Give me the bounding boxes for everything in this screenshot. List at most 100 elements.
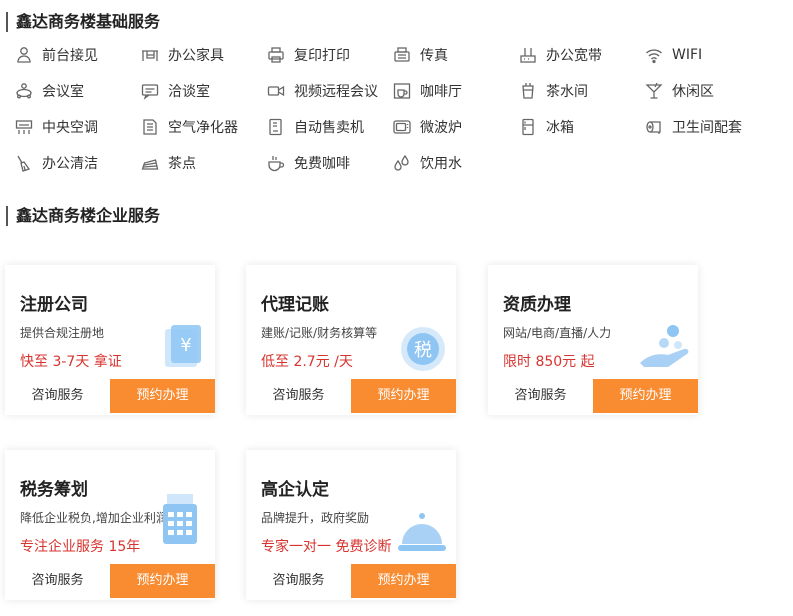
fridge-icon	[519, 118, 537, 136]
card-title: 高企认定	[261, 480, 329, 500]
amenity-fax: 传真	[393, 44, 448, 66]
amenity-label: 卫生间配套	[672, 120, 742, 136]
card-promo: 快至 3-7天 拿证	[20, 354, 122, 370]
amenity-office-furniture: 办公家具	[141, 44, 224, 66]
cleaning-icon	[15, 154, 33, 172]
amenity-negotiation-room: 洽谈室	[141, 80, 210, 102]
amenity-label: 视频远程会议	[294, 84, 378, 100]
amenity-label: 咖啡厅	[420, 84, 462, 100]
enterprise-services-title: 鑫达商务楼企业服务	[6, 206, 160, 226]
card-description: 降低企业税负,增加企业利润	[20, 511, 168, 525]
amenity-label: 微波炉	[420, 120, 462, 136]
tax-seal-icon: 税	[396, 323, 450, 373]
svg-text:税: 税	[414, 340, 432, 361]
amenity-office-cleaning: 办公清洁	[15, 152, 98, 174]
water-drop-icon	[393, 154, 411, 172]
hand-coins-icon	[638, 323, 692, 373]
card-description: 品牌提升，政府奖励	[261, 511, 370, 525]
book-button[interactable]: 预约办理	[593, 379, 698, 413]
amenity-label: 自动售卖机	[294, 120, 364, 136]
amenity-meeting-room: 会议室	[15, 80, 84, 102]
card-title: 资质办理	[503, 295, 571, 315]
person-icon	[15, 46, 33, 64]
chat-icon	[141, 82, 159, 100]
book-button[interactable]: 预约办理	[110, 564, 215, 598]
card-promo: 专注企业服务 15年	[20, 539, 141, 555]
card-title: 税务筹划	[20, 480, 88, 500]
amenity-label: 免费咖啡	[294, 156, 350, 172]
service-card-tax-planning: 税务筹划 降低企业税负,增加企业利润 专注企业服务 15年 咨询服务 预约办理	[5, 450, 215, 600]
amenity-label: 洽谈室	[168, 84, 210, 100]
amenity-label: 空气净化器	[168, 120, 238, 136]
calculator-icon	[155, 494, 209, 552]
consult-button[interactable]: 咨询服务	[5, 564, 110, 598]
book-button[interactable]: 预约办理	[351, 564, 456, 598]
amenity-label: 中央空调	[42, 120, 98, 136]
consult-button[interactable]: 咨询服务	[488, 379, 593, 413]
amenity-free-coffee: 免费咖啡	[267, 152, 350, 174]
coffee-cup-icon	[267, 154, 285, 172]
amenity-label: 茶点	[168, 156, 196, 172]
card-promo: 专家一对一 免费诊断	[261, 539, 392, 555]
service-card-bookkeeping: 代理记账 建账/记账/财务核算等 低至 2.7元 /天 税 咨询服务 预约办理	[246, 265, 456, 415]
amenity-restroom: 卫生间配套	[645, 116, 742, 138]
amenity-printing: 复印打印	[267, 44, 350, 66]
meeting-icon	[15, 82, 33, 100]
basic-services-title: 鑫达商务楼基础服务	[6, 12, 160, 32]
service-bell-icon	[396, 508, 450, 558]
svg-text:¥: ¥	[180, 335, 191, 356]
amenity-microwave: 微波炉	[393, 116, 462, 138]
amenity-cafe: 咖啡厅	[393, 80, 462, 102]
amenity-label: 办公清洁	[42, 156, 98, 172]
consult-button[interactable]: 咨询服务	[246, 379, 351, 413]
card-title: 注册公司	[20, 295, 88, 315]
desk-icon	[141, 46, 159, 64]
wifi-icon	[645, 46, 663, 64]
cocktail-icon	[645, 82, 663, 100]
amenity-reception: 前台接见	[15, 44, 98, 66]
card-description: 网站/电商/直播/人力	[503, 326, 612, 340]
network-icon	[519, 46, 537, 64]
book-button[interactable]: 预约办理	[110, 379, 215, 413]
amenity-broadband: 办公宽带	[519, 44, 602, 66]
consult-button[interactable]: 咨询服务	[5, 379, 110, 413]
air-purifier-icon	[141, 118, 159, 136]
amenity-label: 办公宽带	[546, 48, 602, 64]
amenity-label: 会议室	[42, 84, 84, 100]
amenity-air-purifier: 空气净化器	[141, 116, 238, 138]
service-card-high-tech-certification: 高企认定 品牌提升，政府奖励 专家一对一 免费诊断 咨询服务 预约办理	[246, 450, 456, 600]
amenity-label: 传真	[420, 48, 448, 64]
service-card-qualification: 资质办理 网站/电商/直播/人力 限时 850元 起 咨询服务 预约办理	[488, 265, 698, 415]
card-description: 建账/记账/财务核算等	[261, 326, 378, 340]
vending-machine-icon	[267, 118, 285, 136]
amenity-lounge: 休闲区	[645, 80, 714, 102]
amenity-label: 前台接见	[42, 48, 98, 64]
amenity-label: 饮用水	[420, 156, 462, 172]
amenity-vending-machine: 自动售卖机	[267, 116, 364, 138]
amenity-wifi: WIFI	[645, 44, 702, 66]
toilet-paper-icon	[645, 118, 663, 136]
air-conditioner-icon	[15, 118, 33, 136]
microwave-icon	[393, 118, 411, 136]
amenity-label: 冰箱	[546, 120, 574, 136]
tea-icon	[519, 82, 537, 100]
consult-button[interactable]: 咨询服务	[246, 564, 351, 598]
amenity-label: 办公家具	[168, 48, 224, 64]
cake-icon	[141, 154, 159, 172]
amenity-label: 休闲区	[672, 84, 714, 100]
book-button[interactable]: 预约办理	[351, 379, 456, 413]
amenity-label: 茶水间	[546, 84, 588, 100]
card-description: 提供合规注册地	[20, 326, 105, 340]
amenity-fridge: 冰箱	[519, 116, 574, 138]
amenity-label: 复印打印	[294, 48, 350, 64]
coffee-shop-icon	[393, 82, 411, 100]
amenity-tea-room: 茶水间	[519, 80, 588, 102]
amenity-air-conditioning: 中央空调	[15, 116, 98, 138]
amenity-video-conference: 视频远程会议	[267, 80, 378, 102]
service-card-company-registration: 注册公司 提供合规注册地 快至 3-7天 拿证 ¥ 咨询服务 预约办理	[5, 265, 215, 415]
yen-card-icon: ¥	[155, 323, 209, 373]
printer-icon	[267, 46, 285, 64]
card-title: 代理记账	[261, 295, 329, 315]
amenity-label: WIFI	[672, 47, 703, 63]
amenity-refreshments: 茶点	[141, 152, 196, 174]
